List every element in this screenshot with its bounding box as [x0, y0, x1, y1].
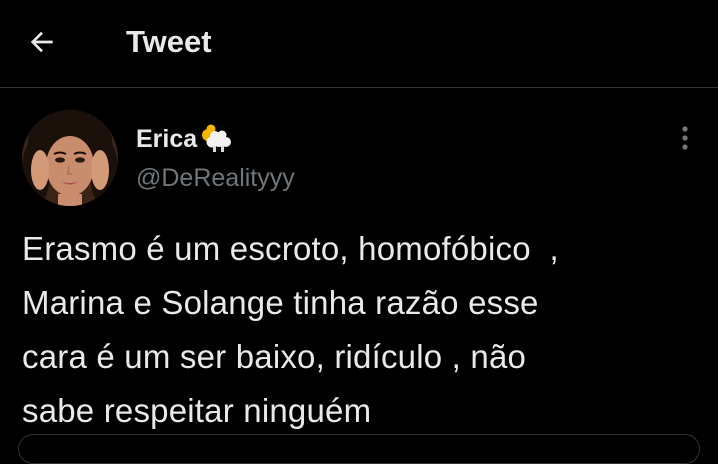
avatar[interactable]	[22, 110, 118, 206]
page-title: Tweet	[126, 24, 212, 59]
quoted-card-edge	[18, 434, 700, 464]
top-bar: Tweet	[0, 0, 718, 88]
author-name[interactable]: Erica	[136, 125, 197, 154]
author-name-row: Erica	[136, 122, 233, 156]
arrow-left-icon	[30, 31, 53, 53]
sheep-cloud-emoji-icon	[202, 124, 232, 152]
avatar-image	[22, 110, 118, 206]
vertical-dots-icon	[682, 126, 688, 150]
back-button[interactable]	[22, 22, 62, 62]
author-handle[interactable]: @DeRealityyy	[136, 164, 295, 193]
more-options-button[interactable]	[668, 120, 702, 156]
tweet-text: Erasmo é um escroto, homofóbico , Marina…	[22, 230, 559, 429]
